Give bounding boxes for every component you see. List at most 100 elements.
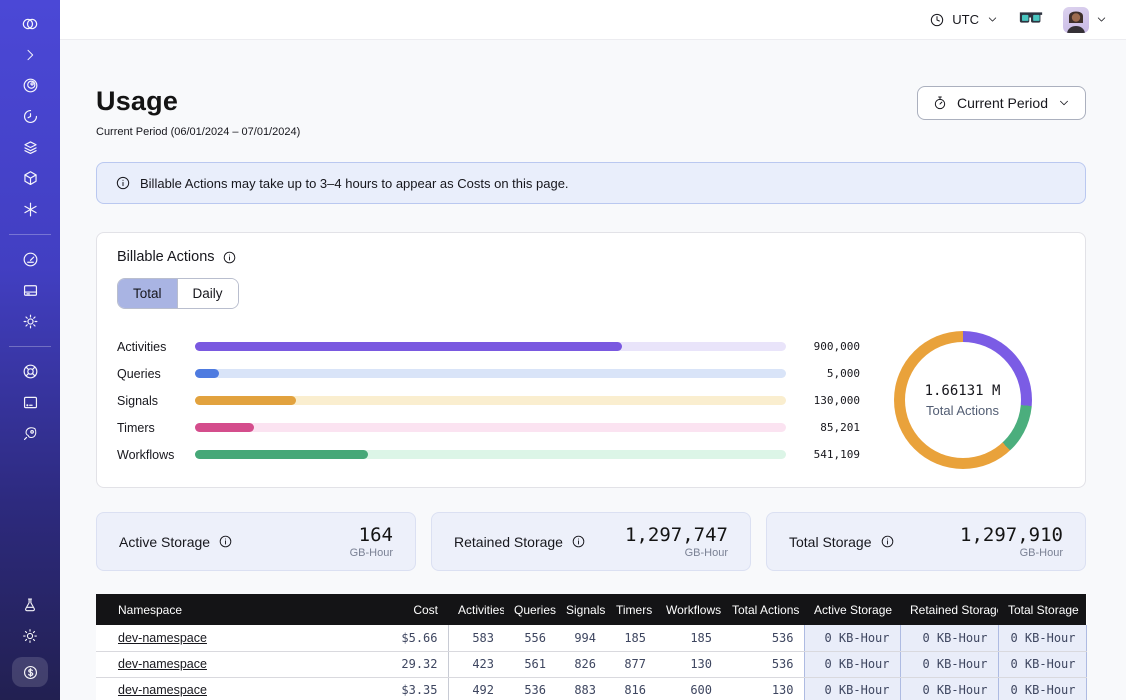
namespace-link[interactable]: dev-namespace: [118, 657, 207, 671]
col-namespace: Namespace: [96, 594, 348, 625]
info-icon[interactable]: [222, 250, 237, 265]
cell-workflows: 600: [656, 677, 722, 700]
tab-total[interactable]: Total: [118, 279, 177, 308]
cell-signals: 826: [556, 651, 606, 677]
main-area: UTC Usage Current Period (06/01/2024 – 0…: [60, 0, 1126, 700]
info-icon: [115, 175, 131, 191]
active-storage-card: Active Storage 164 GB-Hour: [96, 512, 416, 571]
bar-row-workflows: Workflows 541,109: [117, 441, 860, 468]
donut-center: 1.66131 M Total Actions: [905, 342, 1021, 458]
total-storage-unit: GB-Hour: [960, 547, 1063, 559]
topbar: UTC: [60, 0, 1126, 40]
bar-row-queries: Queries 5,000: [117, 360, 860, 387]
retained-storage-card: Retained Storage 1,297,747 GB-Hour: [431, 512, 751, 571]
info-icon[interactable]: [571, 534, 586, 549]
bar-track: [195, 369, 786, 378]
cell-queries: 536: [504, 677, 556, 700]
sidebar-divider: [9, 234, 51, 235]
cell-activities: 492: [448, 677, 504, 700]
active-storage-value: 164: [350, 524, 393, 546]
cell-workflows: 130: [656, 651, 722, 677]
theme-sun-icon[interactable]: [11, 623, 49, 648]
cell-signals: 994: [556, 625, 606, 651]
cell-activities: 423: [448, 651, 504, 677]
cell-retained-storage: 0 KB-Hour: [900, 625, 998, 651]
cell-active-storage: 0 KB-Hour: [804, 625, 900, 651]
cell-queries: 561: [504, 651, 556, 677]
bar-fill: [195, 396, 296, 405]
usage-dollar-icon[interactable]: [12, 657, 48, 687]
bar-track: [195, 450, 786, 459]
cell-retained-storage: 0 KB-Hour: [900, 677, 998, 700]
cell-total-storage: 0 KB-Hour: [998, 677, 1086, 700]
cell-cost: $3.35: [348, 677, 448, 700]
cell-activities: 583: [448, 625, 504, 651]
collapse-chevron-icon[interactable]: [11, 42, 49, 67]
nexus-asterisk-icon[interactable]: [11, 197, 49, 222]
col-retained-storage: Retained Storage: [900, 594, 998, 625]
bar-fill: [195, 423, 254, 432]
col-workflows: Workflows: [656, 594, 722, 625]
namespace-usage-table: Namespace Cost Activities Queries Signal…: [96, 594, 1087, 700]
getting-started-rocket-icon[interactable]: [11, 421, 49, 446]
timezone-selector[interactable]: UTC: [929, 12, 999, 28]
active-storage-label: Active Storage: [119, 534, 210, 550]
namespace-link[interactable]: dev-namespace: [118, 631, 207, 645]
info-banner-text: Billable Actions may take up to 3–4 hour…: [140, 176, 569, 191]
info-icon[interactable]: [218, 534, 233, 549]
bar-value: 5,000: [798, 367, 860, 380]
support-lifebuoy-icon[interactable]: [11, 359, 49, 384]
namespace-link[interactable]: dev-namespace: [118, 683, 207, 697]
tab-daily[interactable]: Daily: [177, 279, 238, 308]
bar-row-signals: Signals 130,000: [117, 387, 860, 414]
chevron-down-icon: [1057, 96, 1071, 110]
cell-total-storage: 0 KB-Hour: [998, 651, 1086, 677]
col-total-actions: Total Actions: [722, 594, 804, 625]
labs-flask-icon[interactable]: [11, 592, 49, 617]
page-title: Usage: [96, 86, 300, 117]
settings-gear-icon[interactable]: [11, 309, 49, 334]
bar-fill: [195, 369, 219, 378]
table-row: dev-namespace 29.32 423 561 826 877 130 …: [96, 651, 1086, 677]
current-period-subtitle: Current Period (06/01/2024 – 07/01/2024): [96, 126, 300, 138]
deployments-cube-icon[interactable]: [11, 166, 49, 191]
chevron-down-icon: [986, 13, 999, 26]
cell-total-actions: 536: [722, 625, 804, 651]
cell-total-actions: 536: [722, 651, 804, 677]
cell-cost: $5.66: [348, 625, 448, 651]
temporal-logo-icon[interactable]: [11, 11, 49, 36]
period-dropdown-button[interactable]: Current Period: [917, 86, 1086, 120]
bar-value: 900,000: [798, 340, 860, 353]
col-timers: Timers: [606, 594, 656, 625]
bar-track: [195, 342, 786, 351]
schedules-clock-icon[interactable]: [11, 104, 49, 129]
billable-actions-card: Billable Actions Total Daily Activities …: [96, 232, 1086, 488]
bar-label: Timers: [117, 421, 189, 435]
cell-timers: 877: [606, 651, 656, 677]
usage-gauge-icon[interactable]: [11, 247, 49, 272]
bar-fill: [195, 342, 622, 351]
glasses-icon[interactable]: [1019, 10, 1043, 30]
layers-icon[interactable]: [11, 135, 49, 160]
retained-storage-unit: GB-Hour: [625, 547, 728, 559]
info-icon[interactable]: [880, 534, 895, 549]
stopwatch-icon: [932, 95, 948, 111]
docs-terminal-icon[interactable]: [11, 390, 49, 415]
namespaces-orbit-icon[interactable]: [11, 73, 49, 98]
billing-card-icon[interactable]: [11, 278, 49, 303]
table-row: dev-namespace $5.66 583 556 994 185 185 …: [96, 625, 1086, 651]
bar-label: Signals: [117, 394, 189, 408]
chevron-down-icon: [1095, 13, 1108, 26]
cell-total-storage: 0 KB-Hour: [998, 625, 1086, 651]
sidebar-nav: [0, 0, 60, 700]
cell-retained-storage: 0 KB-Hour: [900, 651, 998, 677]
billable-actions-tabs: Total Daily: [117, 278, 239, 309]
cell-timers: 185: [606, 625, 656, 651]
retained-storage-value: 1,297,747: [625, 524, 728, 546]
bar-label: Queries: [117, 367, 189, 381]
retained-storage-label: Retained Storage: [454, 534, 563, 550]
billable-actions-chart: Activities 900,000 Queries 5,000 Signals: [117, 329, 1065, 469]
account-menu[interactable]: [1063, 7, 1108, 33]
sidebar-divider: [9, 346, 51, 347]
col-activities: Activities: [448, 594, 504, 625]
